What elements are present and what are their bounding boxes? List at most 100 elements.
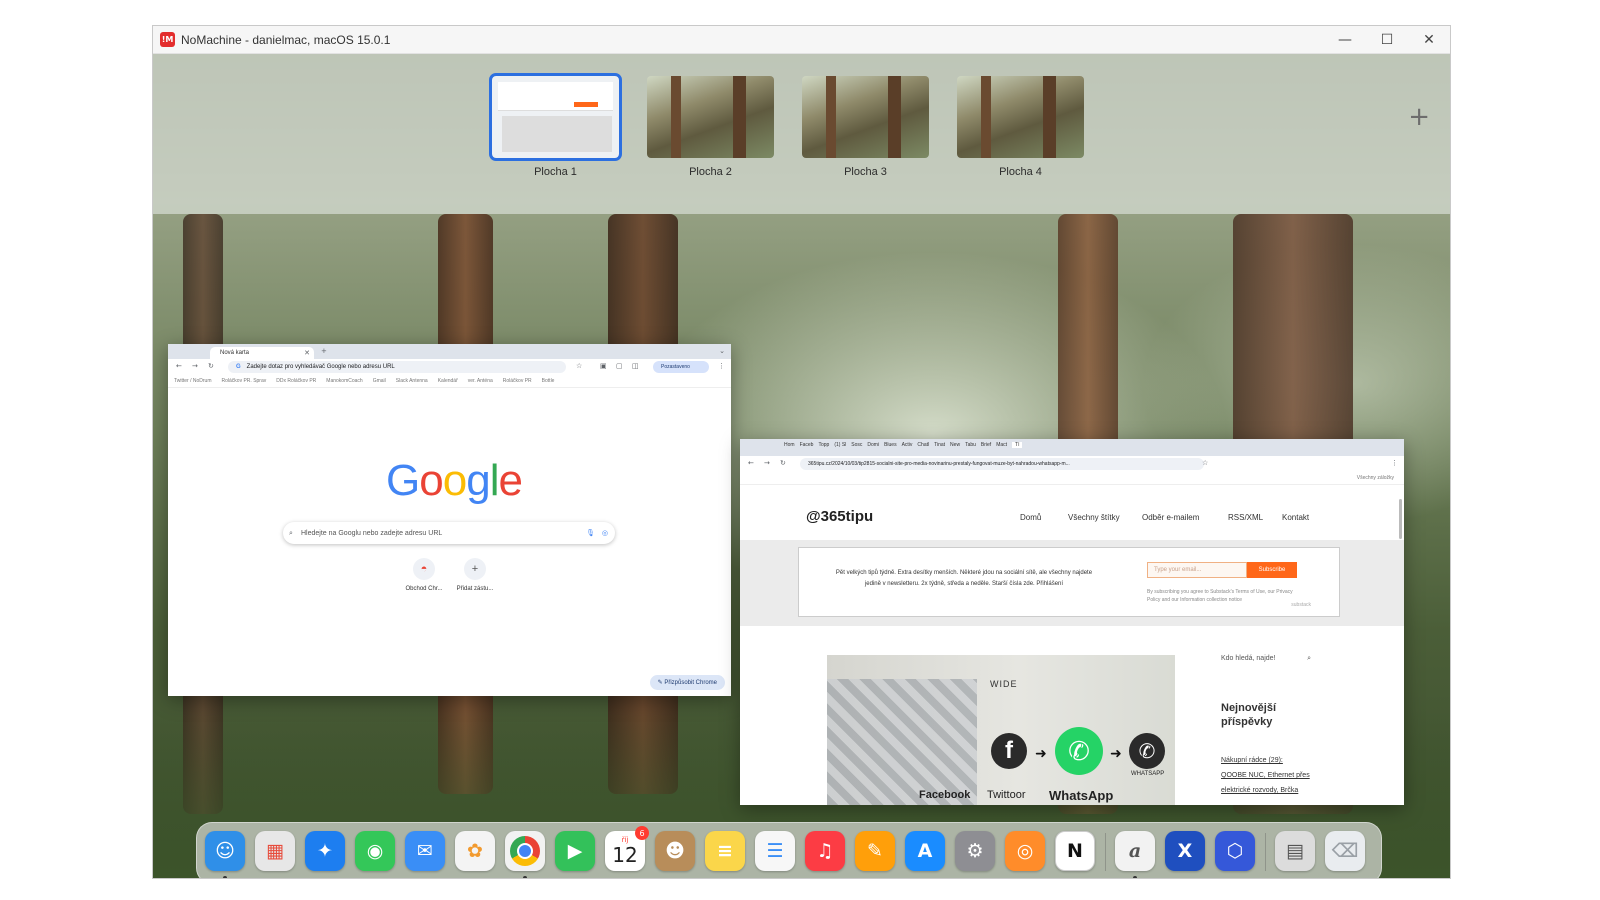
bookmark-item[interactable]: ManokomCoach	[326, 378, 362, 384]
bookmark-item[interactable]: Bottle	[542, 378, 555, 384]
messages-icon[interactable]: ◉	[355, 831, 395, 871]
browser-tab[interactable]: Tabu	[965, 442, 976, 448]
new-tab-icon[interactable]: +	[321, 347, 327, 355]
browser-tab[interactable]: Chatl	[917, 442, 929, 448]
browser-tab[interactable]: Activ	[902, 442, 913, 448]
finder-icon[interactable]: ☺	[205, 831, 245, 871]
forward-icon[interactable]: →	[192, 362, 198, 370]
bookmark-star-icon[interactable]: ☆	[576, 362, 582, 370]
photos-icon[interactable]: ✿	[455, 831, 495, 871]
notion-icon[interactable]: N	[1055, 831, 1095, 871]
tab-close-icon[interactable]: ✕	[304, 349, 310, 357]
remote-desktop[interactable]: Plocha 1 Plocha 2 Plocha 3 Plocha 4 + No…	[153, 54, 1450, 878]
browser-tab[interactable]: Topp	[818, 442, 829, 448]
bookmark-item[interactable]: ver. Anténa	[468, 378, 493, 384]
space-thumbnail-1[interactable]	[489, 73, 622, 161]
system-settings-icon[interactable]: ⚙	[955, 831, 995, 871]
browser-tab[interactable]: Tinat	[934, 442, 945, 448]
notes-icon[interactable]: ≡	[705, 831, 745, 871]
nomachine-monitor-icon[interactable]: ◎	[1005, 831, 1045, 871]
bookmark-item[interactable]: Slack Antenna	[396, 378, 428, 384]
back-icon[interactable]: ←	[748, 459, 754, 467]
all-bookmarks[interactable]: Všechny záložky	[1357, 475, 1394, 481]
cube-app-icon[interactable]: ⬡	[1215, 831, 1255, 871]
space-thumbnail-3[interactable]	[802, 76, 929, 158]
sidebar-post-link[interactable]: Nákupní rádce (29):	[1221, 753, 1371, 768]
minimize-button[interactable]: —	[1324, 26, 1366, 53]
browser-tab[interactable]: Mact	[996, 442, 1007, 448]
email-input[interactable]: Type your email...	[1147, 562, 1247, 578]
browser-tab[interactable]: Hom	[784, 442, 795, 448]
pages-icon[interactable]: ✎	[855, 831, 895, 871]
menu-icon[interactable]: ⋮	[718, 362, 725, 370]
site-brand[interactable]: @365tipu	[806, 508, 873, 525]
app-store-icon[interactable]: A	[905, 831, 945, 871]
scrollbar[interactable]	[1399, 499, 1402, 539]
reload-icon[interactable]: ↻	[208, 362, 214, 370]
space-thumbnail-4[interactable]	[957, 76, 1084, 158]
omnibox[interactable]: 365tipu.cz/2024/10/03/tip2815-socialni-s…	[800, 458, 1204, 470]
reload-icon[interactable]: ↻	[780, 459, 786, 467]
tab-search-icon[interactable]: ⌄	[719, 347, 725, 355]
facetime-icon[interactable]: ▶	[555, 831, 595, 871]
launchpad-icon[interactable]: ▦	[255, 831, 295, 871]
article-image[interactable]: WIDE f ➜ ✆ ➜ ✆ Facebook Twittoor WhatsAp…	[827, 655, 1175, 805]
back-icon[interactable]: ←	[176, 362, 182, 370]
chrome-window-new-tab[interactable]: Nová karta ✕ + ⌄ ← → ↻ G Zadejte dotaz p…	[168, 344, 731, 696]
reminders-icon[interactable]: ☰	[755, 831, 795, 871]
extension-icon[interactable]: ▣	[600, 362, 607, 370]
bookmark-star-icon[interactable]: ☆	[1202, 459, 1208, 467]
subscribe-button[interactable]: Subscribe	[1247, 562, 1297, 578]
nav-email-subscription[interactable]: Odběr e-mailem	[1142, 513, 1199, 522]
chrome-window-365tipu[interactable]: Hom Faceb Topp (1) Sl Sosc Domi Blues Ac…	[740, 439, 1404, 805]
close-button[interactable]: ✕	[1408, 26, 1450, 53]
side-panel-icon[interactable]: ▢	[616, 362, 623, 370]
nav-all-tags[interactable]: Všechny štítky	[1068, 513, 1120, 522]
profile-button[interactable]: Pozastaveno	[653, 361, 709, 373]
google-search-box[interactable]: ⌕ Hledejte na Googlu nebo zadejte adresu…	[283, 522, 615, 544]
browser-tab[interactable]: New	[950, 442, 960, 448]
bookmark-item[interactable]: Roláčkov PR	[503, 378, 532, 384]
forward-icon[interactable]: →	[764, 459, 770, 467]
mail-icon[interactable]: ✉	[405, 831, 445, 871]
sidebar-search[interactable]: Kdo hledá, najde! ⌕	[1221, 655, 1311, 663]
downloads-stack-icon[interactable]: ▤	[1275, 831, 1315, 871]
omnibox[interactable]: G Zadejte dotaz pro vyhledávač Google ne…	[228, 361, 566, 373]
sidebar-post-link[interactable]: QOOBE NUC, Ethernet přes	[1221, 768, 1371, 783]
space-thumbnail-2[interactable]	[647, 76, 774, 158]
window-icon[interactable]: ◫	[632, 362, 639, 370]
safari-icon[interactable]: ✦	[305, 831, 345, 871]
browser-tab[interactable]: Domi	[867, 442, 879, 448]
chrome-icon[interactable]	[505, 831, 545, 871]
bookmark-item[interactable]: Twitter / NoDrum	[174, 378, 212, 384]
sidebar-post-link[interactable]: elektrické rozvody, Brčka	[1221, 783, 1371, 798]
title-bar[interactable]: !M NoMachine - danielmac, macOS 15.0.1 —…	[153, 26, 1450, 54]
browser-tab[interactable]: Brief	[981, 442, 991, 448]
bookmark-item[interactable]: Gmail	[373, 378, 386, 384]
browser-tab[interactable]: (1) Sl	[834, 442, 846, 448]
contacts-icon[interactable]: ☻	[655, 831, 695, 871]
browser-tab-active[interactable]: Tì	[1012, 442, 1023, 448]
voice-search-icon[interactable]: 🎙	[586, 529, 595, 537]
bookmark-item[interactable]: DDx Roláčkov PR	[276, 378, 316, 384]
bookmark-item[interactable]: Kalendář	[438, 378, 458, 384]
trash-icon[interactable]: ⌫	[1325, 831, 1365, 871]
x-app-icon[interactable]: X	[1165, 831, 1205, 871]
browser-tab[interactable]: Sosc	[851, 442, 862, 448]
add-space-button[interactable]: +	[1408, 102, 1430, 132]
nav-contact[interactable]: Kontakt	[1282, 513, 1309, 522]
music-icon[interactable]: ♫	[805, 831, 845, 871]
lens-icon[interactable]: ◎	[602, 529, 608, 537]
shortcut-chrome-store[interactable]: ◓ Obchod Chr...	[401, 558, 447, 592]
calendar-icon[interactable]: říj 12 6	[605, 826, 649, 871]
bookmark-item[interactable]: Roláčkov PR. Sprav	[222, 378, 267, 384]
maximize-button[interactable]: ☐	[1366, 26, 1408, 53]
script-editor-icon[interactable]: a	[1115, 831, 1155, 871]
browser-tab[interactable]: Faceb	[800, 442, 814, 448]
shortcut-add[interactable]: + Přidat zástu...	[452, 558, 498, 592]
nav-rss[interactable]: RSS/XML	[1228, 513, 1263, 522]
nav-home[interactable]: Domů	[1020, 513, 1041, 522]
tab-new-tab[interactable]: Nová karta ✕	[210, 347, 314, 359]
browser-tab[interactable]: Blues	[884, 442, 897, 448]
customize-chrome-button[interactable]: ✎ Přizpůsobit Chrome	[649, 675, 725, 690]
